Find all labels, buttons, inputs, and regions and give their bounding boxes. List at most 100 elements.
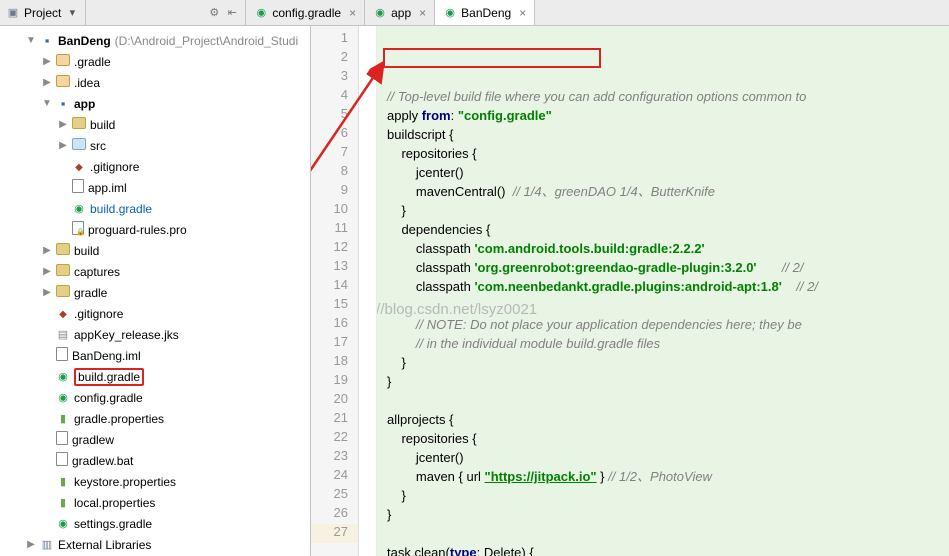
code-line-20[interactable]: jcenter() xyxy=(377,448,949,467)
code-line-18[interactable]: allprojects { xyxy=(377,410,949,429)
code-line-22[interactable]: } xyxy=(377,486,949,505)
code-line-8[interactable]: dependencies { xyxy=(377,220,949,239)
tree-label: BanDeng.iml xyxy=(72,349,141,363)
tree-row-keystore-properties[interactable]: keystore.properties xyxy=(0,471,310,492)
line-number[interactable]: 2 xyxy=(311,49,358,68)
tree-row--gitignore[interactable]: .gitignore xyxy=(0,156,310,177)
line-number[interactable]: 22 xyxy=(311,429,358,448)
editor-tab-1[interactable]: app× xyxy=(365,0,435,25)
code-line-11[interactable]: classpath 'com.neenbedankt.gradle.plugin… xyxy=(377,277,949,296)
project-tool-tab[interactable]: Project xyxy=(0,0,86,25)
line-number[interactable]: 4 xyxy=(311,87,358,106)
tree-row-app[interactable]: ▼app xyxy=(0,93,310,114)
code-line-10[interactable]: classpath 'org.greenrobot:greendao-gradl… xyxy=(377,258,949,277)
line-number[interactable]: 21 xyxy=(311,410,358,429)
code-line-14[interactable]: // in the individual module build.gradle… xyxy=(377,334,949,353)
close-icon[interactable]: × xyxy=(349,6,356,20)
chevron-down-icon[interactable] xyxy=(65,6,79,20)
line-number[interactable]: 5 xyxy=(311,106,358,125)
tree-row-config-gradle[interactable]: config.gradle xyxy=(0,387,310,408)
tree-row-gradlew[interactable]: gradlew xyxy=(0,429,310,450)
filelock-icon xyxy=(72,221,84,238)
code-line-15[interactable]: } xyxy=(377,353,949,372)
tree-row-gradle-properties[interactable]: gradle.properties xyxy=(0,408,310,429)
tree-row--idea[interactable]: ▶.idea xyxy=(0,72,310,93)
tree-row-captures[interactable]: ▶captures xyxy=(0,261,310,282)
code-line-19[interactable]: repositories { xyxy=(377,429,949,448)
tree-row--gitignore[interactable]: .gitignore xyxy=(0,303,310,324)
line-number[interactable]: 15 xyxy=(311,296,358,315)
project-tool-label: Project xyxy=(24,6,61,20)
tree-row-build[interactable]: ▶build xyxy=(0,240,310,261)
code-line-17[interactable] xyxy=(377,391,949,410)
tree-row-proguard-rules-pro[interactable]: proguard-rules.pro xyxy=(0,219,310,240)
code-editor[interactable]: 1234567891011121314151617181920212223242… xyxy=(311,26,949,556)
code-line-6[interactable]: mavenCentral() // 1/4、greenDAO 1/4、Butte… xyxy=(377,182,949,201)
tree-row-gradle[interactable]: ▶gradle xyxy=(0,282,310,303)
line-number[interactable]: 7 xyxy=(311,144,358,163)
twisty-icon[interactable]: ▶ xyxy=(26,539,36,550)
collapse-icon[interactable] xyxy=(225,6,239,20)
code-line-1[interactable]: // Top-level build file where you can ad… xyxy=(377,87,949,106)
twisty-icon[interactable]: ▼ xyxy=(26,35,36,46)
code-line-7[interactable]: } xyxy=(377,201,949,220)
twisty-icon[interactable]: ▶ xyxy=(42,287,52,298)
line-number[interactable]: 10 xyxy=(311,201,358,220)
code-line-24[interactable] xyxy=(377,524,949,543)
tree-row-local-properties[interactable]: local.properties xyxy=(0,492,310,513)
tree-row-settings-gradle[interactable]: settings.gradle xyxy=(0,513,310,534)
gear-icon[interactable] xyxy=(207,6,221,20)
twisty-icon[interactable]: ▶ xyxy=(42,245,52,256)
twisty-icon[interactable]: ▶ xyxy=(58,140,68,151)
line-number[interactable]: 23 xyxy=(311,448,358,467)
tree-row--gradle[interactable]: ▶.gradle xyxy=(0,51,310,72)
code-line-4[interactable]: repositories { xyxy=(377,144,949,163)
code-line-5[interactable]: jcenter() xyxy=(377,163,949,182)
line-number[interactable]: 24 xyxy=(311,467,358,486)
close-icon[interactable]: × xyxy=(519,6,526,20)
editor-tab-0[interactable]: config.gradle× xyxy=(246,0,365,25)
line-number[interactable]: 27 xyxy=(311,524,358,543)
tree-row-build-gradle[interactable]: build.gradle xyxy=(0,366,310,387)
tree-row-app-iml[interactable]: app.iml xyxy=(0,177,310,198)
tree-row-src[interactable]: ▶src xyxy=(0,135,310,156)
line-number[interactable]: 14 xyxy=(311,277,358,296)
line-number[interactable]: 26 xyxy=(311,505,358,524)
editor-tab-2[interactable]: BanDeng× xyxy=(435,0,535,25)
tree-row-gradlew-bat[interactable]: gradlew.bat xyxy=(0,450,310,471)
tree-row-build[interactable]: ▶build xyxy=(0,114,310,135)
project-tree[interactable]: ▼BanDeng (D:\Android_Project\Android_Stu… xyxy=(0,26,311,556)
line-number[interactable]: 19 xyxy=(311,372,358,391)
tree-row-External-Libraries[interactable]: ▶External Libraries xyxy=(0,534,310,555)
code-line-25[interactable]: task clean(type: Delete) { xyxy=(377,543,949,556)
close-icon[interactable]: × xyxy=(419,6,426,20)
line-number[interactable]: 1 xyxy=(311,30,358,49)
tree-row-build-gradle[interactable]: build.gradle xyxy=(0,198,310,219)
line-number[interactable]: 13 xyxy=(311,258,358,277)
code-line-16[interactable]: } xyxy=(377,372,949,391)
line-number[interactable]: 17 xyxy=(311,334,358,353)
code-line-23[interactable]: } xyxy=(377,505,949,524)
line-number[interactable]: 11 xyxy=(311,220,358,239)
twisty-icon[interactable]: ▶ xyxy=(42,266,52,277)
code-line-2[interactable]: apply from: "config.gradle" xyxy=(377,106,949,125)
line-number[interactable]: 18 xyxy=(311,353,358,372)
code-line-3[interactable]: buildscript { xyxy=(377,125,949,144)
twisty-icon[interactable]: ▶ xyxy=(42,77,52,88)
line-number[interactable]: 8 xyxy=(311,163,358,182)
twisty-icon[interactable]: ▶ xyxy=(42,56,52,67)
line-number[interactable]: 9 xyxy=(311,182,358,201)
line-number[interactable]: 12 xyxy=(311,239,358,258)
line-number[interactable]: 25 xyxy=(311,486,358,505)
tree-row-appKey_release-jks[interactable]: appKey_release.jks xyxy=(0,324,310,345)
twisty-icon[interactable]: ▶ xyxy=(58,119,68,130)
code-line-21[interactable]: maven { url "https://jitpack.io" } // 1/… xyxy=(377,467,949,486)
tree-row-BanDeng-iml[interactable]: BanDeng.iml xyxy=(0,345,310,366)
line-number[interactable]: 6 xyxy=(311,125,358,144)
twisty-icon[interactable]: ▼ xyxy=(42,98,52,109)
code-line-9[interactable]: classpath 'com.android.tools.build:gradl… xyxy=(377,239,949,258)
tree-row-BanDeng[interactable]: ▼BanDeng (D:\Android_Project\Android_Stu… xyxy=(0,30,310,51)
line-number[interactable]: 20 xyxy=(311,391,358,410)
line-number[interactable]: 3 xyxy=(311,68,358,87)
line-number[interactable]: 16 xyxy=(311,315,358,334)
